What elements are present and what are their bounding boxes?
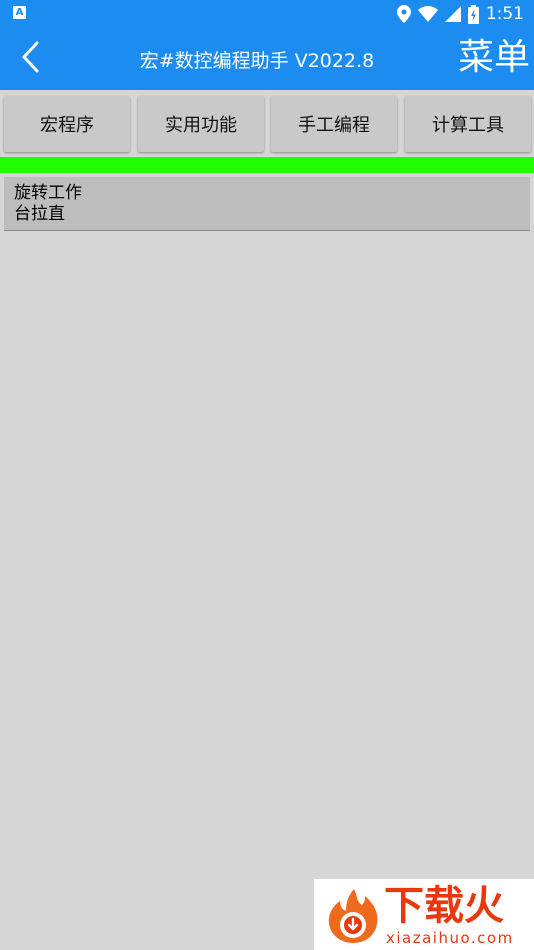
back-button[interactable] xyxy=(14,41,48,77)
chevron-left-icon xyxy=(21,41,41,77)
app-bar: A 1:51 宏#数控编程助手 V2022.8 菜单 xyxy=(0,0,534,90)
status-icons: 1:51 xyxy=(396,3,524,25)
watermark: 下载火 xiazaihuo.com xyxy=(314,879,534,950)
tab-manual-programming[interactable]: 手工编程 xyxy=(271,96,397,152)
watermark-brand: 下载火 xyxy=(384,883,504,929)
menu-button[interactable]: 菜单 xyxy=(458,36,530,80)
toolbar: 宏#数控编程助手 V2022.8 菜单 xyxy=(0,28,534,90)
wifi-icon xyxy=(417,6,438,22)
flame-logo-icon xyxy=(324,887,382,945)
list-item-line2: 台拉直 xyxy=(14,204,65,224)
tab-macro-program[interactable]: 宏程序 xyxy=(4,96,130,152)
list-item[interactable]: 旋转工作 台拉直 xyxy=(4,177,530,231)
status-time: 1:51 xyxy=(485,4,524,24)
tab-utility-functions[interactable]: 实用功能 xyxy=(138,96,264,152)
status-bar: A 1:51 xyxy=(0,0,534,28)
watermark-url: xiazaihuo.com xyxy=(386,929,514,947)
tab-calculation-tools[interactable]: 计算工具 xyxy=(405,96,531,152)
battery-icon xyxy=(467,4,479,24)
notification-icon: A xyxy=(13,6,26,19)
signal-icon xyxy=(444,6,461,22)
page-title: 宏#数控编程助手 V2022.8 xyxy=(139,50,375,72)
progress-bar xyxy=(0,157,534,173)
list-item-line1: 旋转工作 xyxy=(14,183,82,203)
tab-bar: 宏程序 实用功能 手工编程 计算工具 xyxy=(0,94,534,154)
location-icon xyxy=(396,5,411,23)
